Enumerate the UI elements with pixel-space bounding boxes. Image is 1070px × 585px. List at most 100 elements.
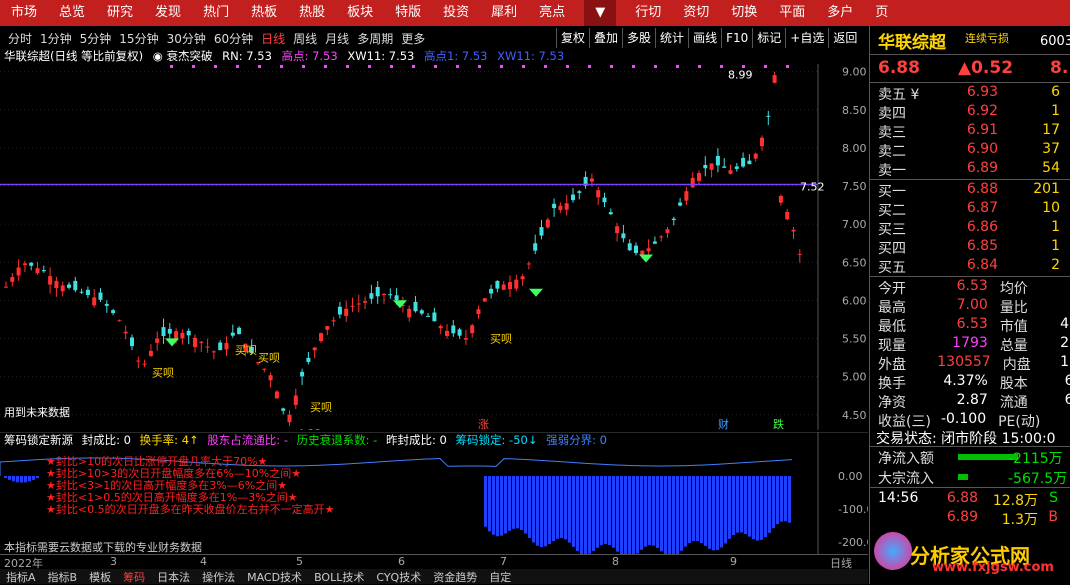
tab-9[interactable]: 多周期 [357, 30, 393, 47]
sub-bar [532, 476, 535, 543]
tab-4[interactable]: 30分钟 [167, 30, 206, 47]
max-label: 8.99 [728, 68, 753, 81]
tab-0[interactable]: 分时 [8, 30, 32, 47]
candle-body [161, 327, 166, 337]
candle-body [608, 212, 613, 215]
menu-item-1[interactable]: 总览 [48, 0, 96, 26]
tab-10[interactable]: 更多 [401, 30, 425, 47]
sub-bar [664, 476, 667, 554]
sub-bar [696, 476, 699, 542]
menu-item-16[interactable]: 平面 [768, 0, 816, 26]
candle-body [22, 263, 27, 266]
toolbar-button-6[interactable]: 标记 [752, 28, 785, 48]
candle-body [646, 248, 651, 252]
tab-6[interactable]: 日线 [261, 30, 285, 47]
menu-item-13[interactable]: 行切 [624, 0, 672, 26]
book-label: 买四 [878, 241, 906, 257]
sub-tick: -100.0 [838, 503, 868, 516]
candle-body [476, 309, 481, 315]
toolbar-button-7[interactable]: +自选 [785, 28, 828, 48]
sub-bar [568, 476, 571, 543]
bottom-tab-9[interactable]: 资金趋势 [433, 569, 477, 584]
sub-bar [516, 476, 519, 529]
book-price: 6.93 [966, 84, 998, 100]
toolbar-button-8[interactable]: 返回 [828, 28, 861, 48]
menu-item-12[interactable]: ▼ [584, 0, 617, 26]
toolbar-button-4[interactable]: 画线 [688, 28, 721, 48]
bottom-tab-10[interactable]: 自定 [489, 569, 511, 584]
candle-body [54, 280, 59, 289]
tab-8[interactable]: 月线 [325, 30, 349, 47]
candlestick-chart[interactable]: 9.00 8.50 8.00 7.50 7.00 6.50 6.00 5.50 5.00 4.50… [0, 64, 868, 430]
sub-bar [8, 476, 11, 480]
menu-item-9[interactable]: 投资 [432, 0, 480, 26]
toolbar-button-0[interactable]: 复权 [556, 28, 589, 48]
tab-7[interactable]: 周线 [293, 30, 317, 47]
menu-item-2[interactable]: 研究 [96, 0, 144, 26]
candle-body [4, 286, 8, 288]
candle-body [520, 276, 525, 280]
indicator-name[interactable]: ◉ 衰杰突破 [153, 49, 213, 63]
price-tick: 8.00 [842, 142, 867, 155]
sub-bar [656, 476, 659, 548]
stat-row: 最高 7.00 量比 [878, 297, 1070, 317]
bottom-tab-8[interactable]: CYQ技术 [376, 569, 421, 584]
tab-3[interactable]: 15分钟 [119, 30, 158, 47]
candle-body [375, 286, 380, 297]
toolbar-button-5[interactable]: F10 [721, 28, 752, 48]
toolbar-button-1[interactable]: 叠加 [589, 28, 622, 48]
date-label: 5 [296, 555, 303, 568]
sub-tick: 0.00 [838, 470, 863, 483]
candle-body [218, 342, 223, 351]
bottom-tab-6[interactable]: MACD技术 [247, 569, 302, 584]
menu-item-0[interactable]: 市场 [0, 0, 48, 26]
bottom-tab-5[interactable]: 操作法 [202, 569, 235, 584]
menu-item-8[interactable]: 特版 [384, 0, 432, 26]
sub-bar [620, 476, 623, 554]
date-label: 7 [500, 555, 507, 568]
bottom-tab-1[interactable]: 指标B [48, 569, 78, 584]
sub-bar [676, 476, 679, 554]
book-row: 卖四 6.92 1 [878, 103, 1070, 123]
tab-2[interactable]: 5分钟 [80, 30, 112, 47]
candle-body [602, 197, 607, 203]
tab-1[interactable]: 1分钟 [40, 30, 72, 47]
menu-item-18[interactable]: 页 [864, 0, 899, 26]
stat-v: 1793 [952, 335, 988, 351]
price-tick: 6.50 [842, 256, 867, 269]
candle-body [545, 219, 550, 228]
book-label: 卖二 [878, 144, 906, 160]
book-volume: 1 [1051, 238, 1060, 254]
menu-item-11[interactable]: 亮点 [528, 0, 576, 26]
bigflow-value: -567.5万 [1008, 471, 1068, 487]
qrfj: 强弱分界: 0 [546, 433, 607, 447]
tab-5[interactable]: 60分钟 [214, 30, 253, 47]
toolbar-button-3[interactable]: 统计 [655, 28, 688, 48]
menu-item-6[interactable]: 热股 [288, 0, 336, 26]
toolbar-button-2[interactable]: 多股 [622, 28, 655, 48]
bottom-tab-4[interactable]: 日本法 [157, 569, 190, 584]
candle-body [797, 253, 802, 255]
top-marker [566, 65, 569, 68]
top-marker [214, 65, 217, 68]
menu-item-10[interactable]: 犀利 [480, 0, 528, 26]
menu-item-15[interactable]: 切换 [720, 0, 768, 26]
bottom-tab-7[interactable]: BOLL技术 [314, 569, 364, 584]
cai-mark: 财 [718, 417, 729, 430]
candle-body [10, 277, 15, 282]
candle-body [350, 305, 355, 307]
sub-bar [560, 476, 563, 539]
book-price: 6.91 [966, 122, 998, 138]
menu-item-14[interactable]: 资切 [672, 0, 720, 26]
bottom-tab-2[interactable]: 模板 [89, 569, 111, 584]
menu-item-3[interactable]: 发现 [144, 0, 192, 26]
menu-item-17[interactable]: 多户 [816, 0, 864, 26]
candle-body [211, 351, 216, 353]
menu-item-5[interactable]: 热板 [240, 0, 288, 26]
candle-body [186, 330, 191, 336]
bottom-tab-0[interactable]: 指标A [6, 569, 36, 584]
bottom-tab-3[interactable]: 筹码 [123, 569, 145, 584]
stat-row: 净资 2.87 流通 6. [878, 392, 1070, 412]
menu-item-7[interactable]: 板块 [336, 0, 384, 26]
menu-item-4[interactable]: 热门 [192, 0, 240, 26]
